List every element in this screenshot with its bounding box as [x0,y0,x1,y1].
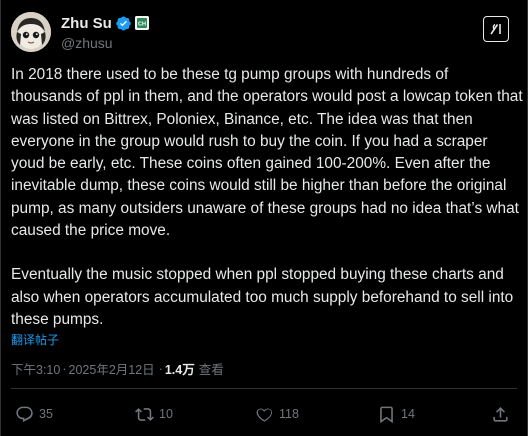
views-label: 查看 [198,363,224,377]
grok-icon [490,23,501,35]
translate-post-link[interactable]: 翻译帖子 [11,331,59,348]
grok-button[interactable] [483,16,509,42]
avatar[interactable] [11,12,51,52]
author-names: Zhu Su CH @zhusu [61,13,149,51]
affiliate-badge-icon[interactable]: CH [134,16,149,30]
handle[interactable]: @zhusu [61,35,149,51]
post-paragraph: In 2018 there used to be these tg pump g… [11,66,523,240]
verified-badge-icon [115,15,132,32]
share-button[interactable] [491,405,510,424]
reply-count: 35 [39,407,53,421]
post-paragraph: Eventually the music stopped when ppl st… [11,266,514,328]
repost-icon [135,407,154,421]
meta-separator: · [158,361,163,376]
repost-count: 10 [159,407,173,421]
post-date[interactable]: 2025年2月12日 [69,359,155,378]
post-header: Zhu Su CH @zhusu [11,8,149,56]
bookmark-count: 14 [401,407,415,421]
repost-button[interactable]: 10 [135,405,173,424]
like-button[interactable]: 118 [255,405,299,424]
affiliate-badge-text: CH [138,22,146,28]
post-card: Zhu Su CH @zhusu In 2018 there used to b… [0,0,528,436]
share-icon [493,406,508,422]
post-meta: 下午3:10 · 2025年2月12日 · 1.4万 查看 [11,359,224,378]
views-count[interactable]: 1.4万 [165,359,195,378]
bookmark-icon [380,406,393,423]
post-body: In 2018 there used to be these tg pump g… [11,64,523,331]
reply-icon [16,406,33,422]
reply-button[interactable]: 35 [15,405,53,424]
like-count: 118 [279,407,299,421]
heart-icon [256,408,273,422]
name-row: Zhu Su CH [61,13,149,33]
action-bar: 35 10 118 14 [11,402,519,426]
display-name[interactable]: Zhu Su [61,15,112,32]
post-time[interactable]: 下午3:10 [11,359,60,378]
meta-separator: · [62,361,67,376]
divider [11,388,517,389]
bookmark-button[interactable]: 14 [377,405,415,424]
